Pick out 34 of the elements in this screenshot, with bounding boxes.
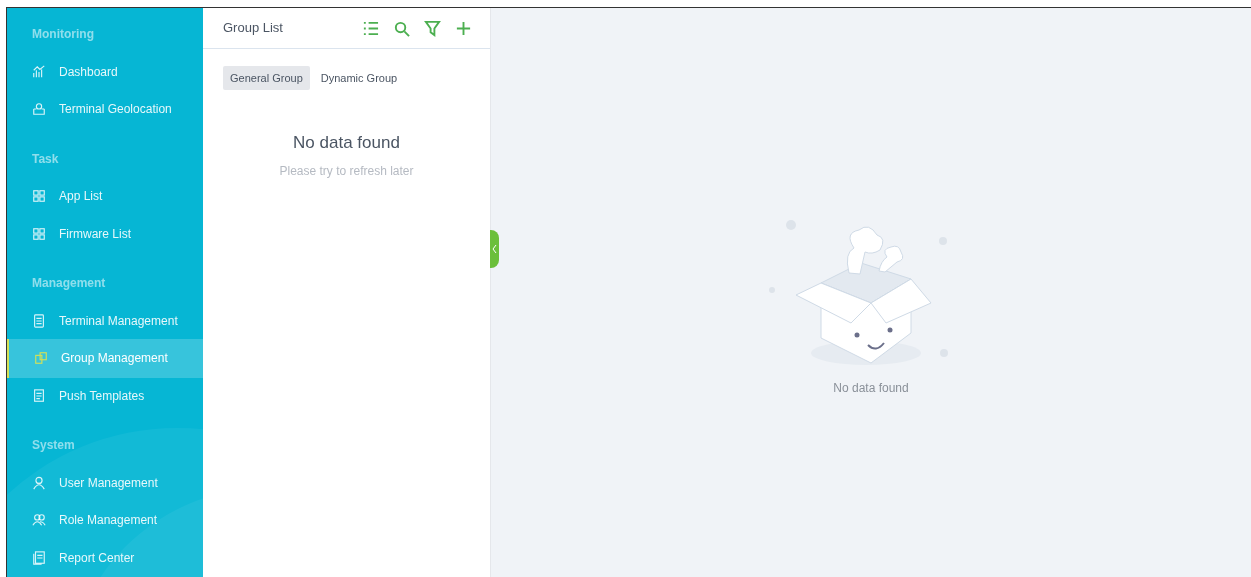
group-tab[interactable]: General Group — [223, 66, 310, 90]
document-icon — [32, 388, 46, 403]
collapse-handle[interactable] — [490, 230, 499, 268]
sidebar-item[interactable]: Report Center — [7, 538, 203, 577]
grid-icon — [32, 226, 46, 241]
report-icon — [32, 550, 46, 565]
section-heading: Management — [31, 275, 107, 293]
search-icon[interactable] — [393, 19, 410, 37]
section-heading: Task — [31, 150, 60, 168]
grid-icon — [32, 189, 46, 204]
device-icon — [32, 314, 46, 328]
sidebar-item[interactable]: Push Templates — [7, 376, 203, 416]
section-heading: Monitoring — [31, 26, 95, 44]
sidebar-item[interactable]: Firmware List — [7, 214, 203, 254]
list-icon[interactable] — [362, 19, 379, 37]
user-icon — [32, 475, 46, 490]
sidebar-item[interactable]: Role Management — [7, 501, 203, 540]
users-icon — [32, 513, 46, 528]
sidebar-item[interactable]: User Management — [7, 463, 203, 503]
sidebar-item[interactable]: Terminal Management — [7, 301, 203, 341]
empty-hint: Please try to refresh later — [278, 162, 415, 180]
group-tab[interactable]: Dynamic Group — [313, 66, 405, 90]
sidebar-item[interactable]: Group Management — [7, 339, 203, 378]
add-icon[interactable] — [455, 19, 472, 37]
sidebar-item[interactable]: Terminal Geolocation — [7, 90, 203, 129]
empty-text: No data found — [833, 380, 909, 397]
chart-icon — [32, 64, 46, 79]
sidebar-item[interactable]: Dashboard — [7, 52, 203, 92]
squares-icon — [34, 351, 48, 366]
filter-icon[interactable] — [424, 19, 441, 37]
empty-title: No data found — [292, 132, 401, 154]
section-heading: System — [31, 437, 76, 455]
panel-title: Group List — [223, 19, 283, 38]
sidebar-item[interactable]: App List — [7, 177, 203, 216]
